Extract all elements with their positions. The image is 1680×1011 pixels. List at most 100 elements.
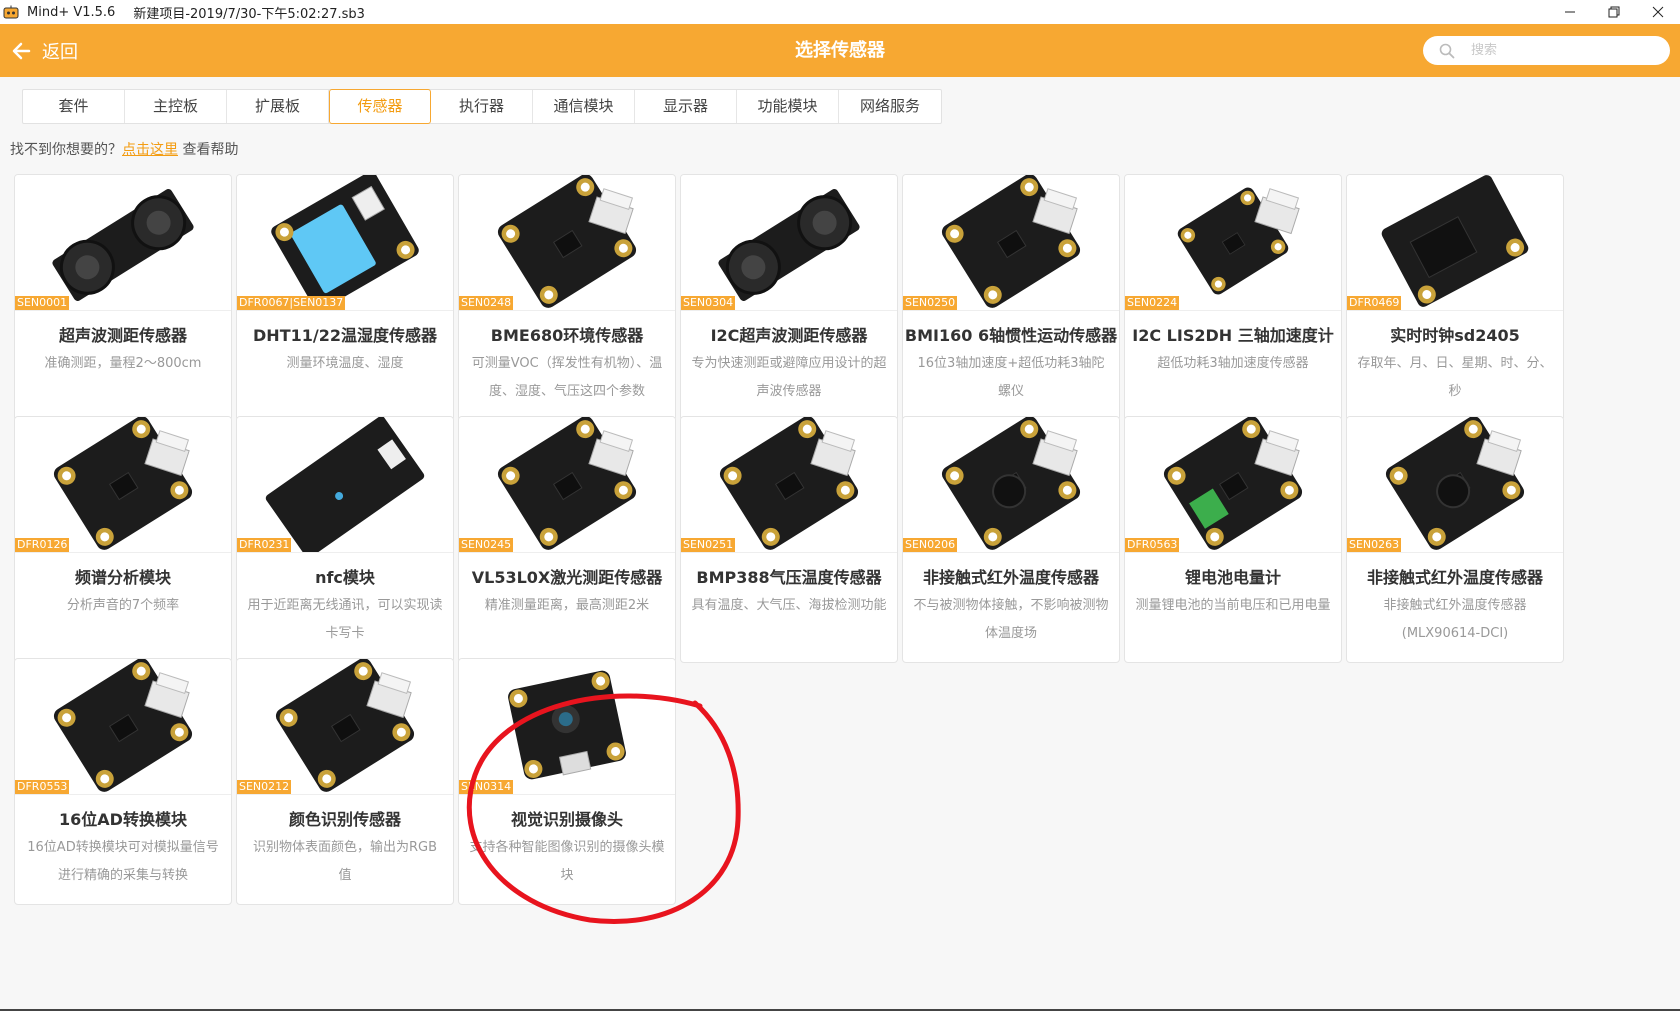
- window-controls: [1548, 0, 1680, 24]
- sku-badge: SEN0248: [459, 296, 514, 310]
- tab-3[interactable]: 传感器: [329, 89, 431, 124]
- sku-badge: DFR0469: [1347, 296, 1402, 310]
- product-card[interactable]: SEN0212 颜色识别传感器 识别物体表面颜色，输出为RGB值: [236, 658, 454, 905]
- tab-0[interactable]: 套件: [23, 90, 125, 123]
- product-card[interactable]: SEN0263 非接触式红外温度传感器 非接触式红外温度传感器(MLX90614-D…: [1346, 416, 1564, 663]
- sku-badge: DFR0563: [1125, 538, 1180, 552]
- product-name: 锂电池电量计: [1184, 568, 1281, 587]
- product-card[interactable]: DFR0126 频谱分析模块分析声音的7个频率: [14, 416, 232, 663]
- product-name: DHT11/22温湿度传感器: [253, 326, 437, 345]
- product-description: 存取年、月、日、星期、时、分、秒: [1357, 356, 1553, 399]
- tab-2[interactable]: 扩展板: [227, 90, 329, 123]
- sku-badge: SEN0263: [1347, 538, 1402, 552]
- product-name: 超声波测距传感器: [58, 326, 187, 345]
- product-image: DFR0563: [1125, 417, 1341, 553]
- product-card[interactable]: SEN0251 BMP388气压温度传感器具有温度、大气压、海拔检测功能: [680, 416, 898, 663]
- product-card[interactable]: SEN0245 VL53L0X激光测距传感器精准测量距离，最高测距2米: [458, 416, 676, 663]
- app-logo-icon: [3, 5, 19, 19]
- tab-7[interactable]: 功能模块: [737, 90, 839, 123]
- product-name: BME680环境传感器: [490, 326, 644, 345]
- sku-badge: SEN0245: [459, 538, 514, 552]
- product-image: SEN0304: [681, 175, 897, 311]
- product-name: 16位AD转换模块: [59, 810, 187, 829]
- product-image: SEN0001: [15, 175, 231, 311]
- app-name: Mind+ V1.5.6: [27, 4, 116, 20]
- product-name: I2C LIS2DH 三轴加速度计: [1132, 326, 1334, 345]
- product-name: 实时时钟sd2405: [1390, 326, 1520, 345]
- help-link[interactable]: 点击这里: [122, 142, 178, 158]
- product-card[interactable]: DFR0067|SEN0137 DHT11/22温湿度传感器测量环境温度、湿度: [236, 174, 454, 421]
- product-image: SEN0212: [237, 659, 453, 795]
- sku-badge: DFR0231: [237, 538, 292, 552]
- product-description: 测量锂电池的当前电压和已用电量: [1135, 598, 1331, 613]
- product-image: SEN0206: [903, 417, 1119, 553]
- search-input[interactable]: [1469, 42, 1653, 59]
- product-card[interactable]: DFR0231 nfc模块 用于近距离无线通讯，可以实现读卡写卡: [236, 416, 454, 663]
- product-name: nfc模块: [315, 568, 375, 587]
- tab-8[interactable]: 网络服务: [839, 90, 941, 123]
- sku-badge: SEN0212: [237, 780, 292, 794]
- sku-badge: DFR0553: [15, 780, 70, 794]
- product-description: 可测量VOC（挥发性有机物）、温度、湿度、气压这四个参数: [471, 356, 663, 399]
- tab-4[interactable]: 执行器: [431, 90, 533, 123]
- product-image: SEN0251: [681, 417, 897, 553]
- product-card[interactable]: SEN0314 视觉识别摄像头 支持各种智能图像识别的摄像头模块: [458, 658, 676, 905]
- sku-badge: SEN0001: [15, 296, 70, 310]
- product-image: SEN0314: [459, 659, 675, 795]
- tab-6[interactable]: 显示器: [635, 90, 737, 123]
- product-image: SEN0248: [459, 175, 675, 311]
- product-name: BMI160 6轴惯性运动传感器: [904, 326, 1118, 345]
- header-bar: 返回 选择传感器: [0, 24, 1680, 77]
- product-name: 颜色识别传感器: [288, 810, 401, 829]
- category-tabs: 套件 主控板 扩展板 传感器 执行器 通信模块 显示器 功能模块 网络服务: [22, 89, 942, 124]
- close-icon[interactable]: [1636, 0, 1680, 24]
- help-prefix: 找不到你想要的？: [10, 142, 122, 158]
- product-card[interactable]: SEN0224 I2C LIS2DH 三轴加速度计超低功耗3轴加速度传感器: [1124, 174, 1342, 421]
- product-image: DFR0126: [15, 417, 231, 553]
- product-image: DFR0469: [1347, 175, 1563, 311]
- product-card[interactable]: SEN0304 I2C超声波测距传感器专为快速测距或避障应用设计的超声波传感器: [680, 174, 898, 421]
- window-title-bar: Mind+ V1.5.6 新建项目-2019/7/30-下午5:02:27.sb…: [0, 0, 1680, 24]
- product-description: 超低功耗3轴加速度传感器: [1157, 356, 1309, 371]
- product-image: SEN0250: [903, 175, 1119, 311]
- product-name: 非接触式红外温度传感器: [922, 568, 1099, 587]
- sku-badge: DFR0067|SEN0137: [237, 296, 346, 310]
- product-card[interactable]: DFR0469 实时时钟sd2405 存取年、月、日、星期、时、分、秒: [1346, 174, 1564, 421]
- product-description: 支持各种智能图像识别的摄像头模块: [469, 840, 665, 883]
- product-card[interactable]: DFR0553 16位AD转换模块 16位AD转换模块可对模拟量信号进行精确的采集与…: [14, 658, 232, 905]
- help-suffix: 查看帮助: [178, 142, 239, 158]
- product-image: DFR0553: [15, 659, 231, 795]
- search-box: [1423, 36, 1670, 65]
- product-name: 频谱分析模块: [74, 568, 171, 587]
- sku-badge: SEN0250: [903, 296, 958, 310]
- product-image: SEN0224: [1125, 175, 1341, 311]
- product-name: VL53L0X激光测距传感器: [471, 568, 663, 587]
- product-description: 测量环境温度、湿度: [286, 356, 404, 371]
- product-description: 准确测距，量程2～800cm: [44, 356, 202, 371]
- product-card[interactable]: DFR0563 锂电池电量计测量锂电池的当前电压和已用电量: [1124, 416, 1342, 663]
- product-image: SEN0263: [1347, 417, 1563, 553]
- product-card[interactable]: SEN0001 超声波测距传感器准确测距，量程2～800cm: [14, 174, 232, 421]
- sku-badge: SEN0206: [903, 538, 958, 552]
- product-card[interactable]: SEN0250 BMI160 6轴惯性运动传感器 16位3轴加速度+超低功耗3轴陀螺…: [902, 174, 1120, 421]
- back-button[interactable]: 返回: [12, 24, 78, 77]
- product-name: BMP388气压温度传感器: [696, 568, 882, 587]
- product-image: DFR0067|SEN0137: [237, 175, 453, 311]
- product-name: I2C超声波测距传感器: [710, 326, 868, 345]
- tab-1[interactable]: 主控板: [125, 90, 227, 123]
- product-image: DFR0231: [237, 417, 453, 553]
- help-line: 找不到你想要的？点击这里 查看帮助: [10, 139, 238, 159]
- product-description: 精准测量距离，最高测距2米: [484, 598, 650, 613]
- product-card[interactable]: SEN0206 非接触式红外温度传感器 不与被测物体接触，不影响被测物体温度场: [902, 416, 1120, 663]
- product-description: 具有温度、大气压、海拔检测功能: [691, 598, 887, 613]
- tab-5[interactable]: 通信模块: [533, 90, 635, 123]
- product-description: 16位AD转换模块可对模拟量信号进行精确的采集与转换: [27, 840, 219, 883]
- product-description: 专为快速测距或避障应用设计的超声波传感器: [691, 356, 887, 399]
- project-name: 新建项目-2019/7/30-下午5:02:27.sb3: [133, 6, 365, 22]
- restore-icon[interactable]: [1592, 0, 1636, 24]
- product-card[interactable]: SEN0248 BME680环境传感器可测量VOC（挥发性有机物）、温度、湿度、气…: [458, 174, 676, 421]
- product-description: 分析声音的7个频率: [66, 598, 180, 613]
- minimize-icon[interactable]: [1548, 0, 1592, 24]
- product-image: SEN0245: [459, 417, 675, 553]
- sku-badge: SEN0224: [1125, 296, 1180, 310]
